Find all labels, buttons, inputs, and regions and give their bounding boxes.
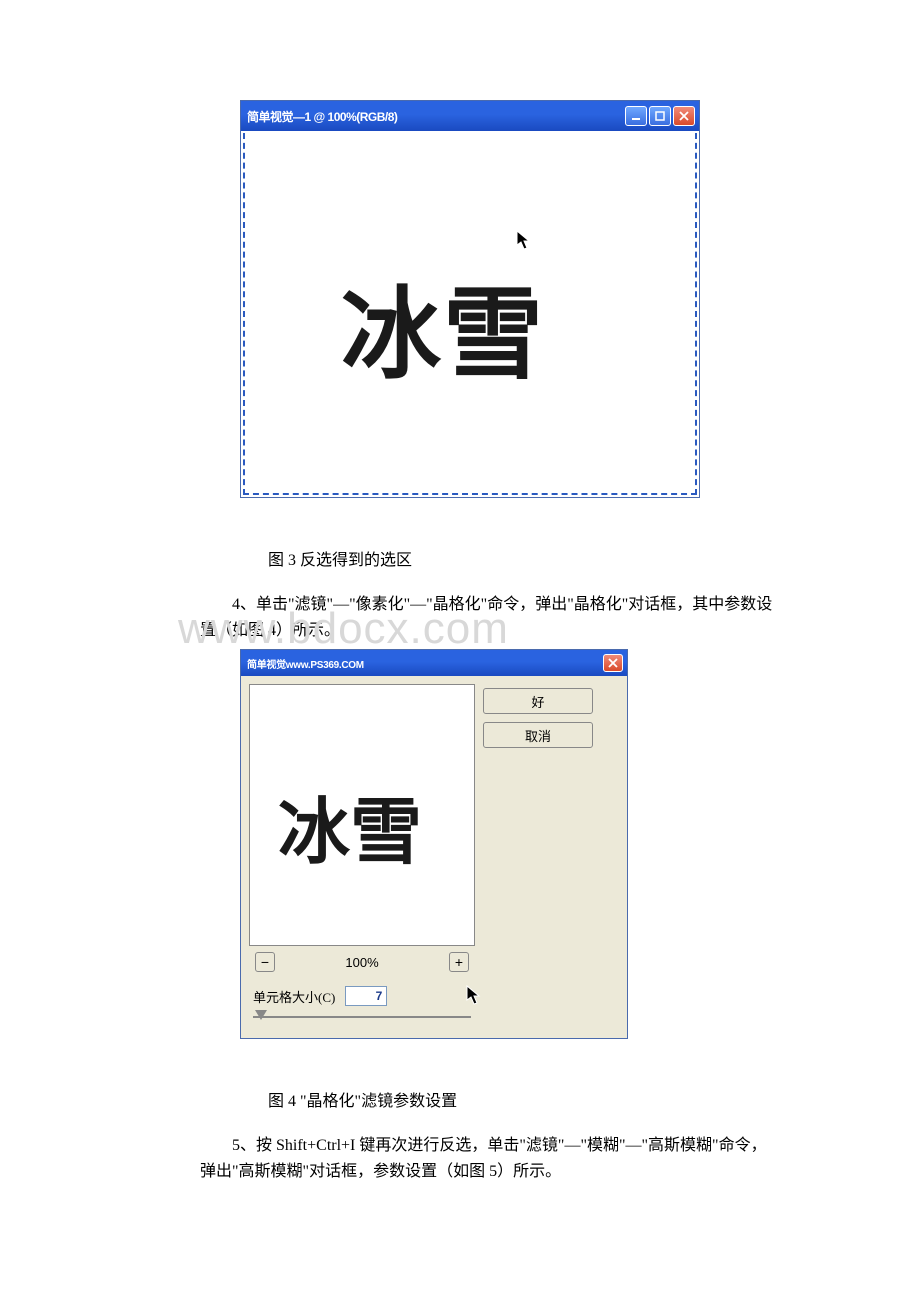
minus-icon: − — [261, 954, 269, 970]
dialog-buttons: 好 取消 — [483, 684, 593, 1030]
close-button[interactable] — [673, 106, 695, 126]
maximize-icon — [655, 111, 665, 121]
zoom-in-button[interactable]: + — [449, 952, 469, 972]
arrow-cursor-icon — [515, 229, 533, 251]
dialog-titlebar: 简单视觉www.PS369.COM — [241, 650, 627, 676]
figure-caption-3: 图 3 反选得到的选区 — [268, 546, 850, 570]
ok-button[interactable]: 好 — [483, 688, 593, 714]
dialog-body: 冰雪 − 100% + 单元格大小(C) — [241, 676, 627, 1038]
window-title: 简单视觉—1 @ 100%(RGB/8) — [247, 108, 397, 125]
window-titlebar: 简单视觉—1 @ 100%(RGB/8) — [241, 101, 699, 131]
minimize-button[interactable] — [625, 106, 647, 126]
zoom-controls: − 100% + — [249, 952, 475, 972]
dialog-close-button[interactable] — [603, 654, 623, 672]
paragraph-step-4: 4、单击"滤镜"—"像素化"—"晶格化"命令，弹出"晶格化"对话框，其中参数设置… — [200, 592, 780, 643]
cancel-label: 取消 — [525, 726, 551, 745]
figure-caption-4: 图 4 "晶格化"滤镜参数设置 — [268, 1087, 850, 1111]
cell-size-input[interactable] — [345, 986, 387, 1006]
cell-size-row: 单元格大小(C) — [249, 986, 475, 1006]
window-controls — [625, 106, 695, 126]
dialog-title-watermark: 简单视觉www.PS369.COM — [247, 656, 364, 671]
filter-preview[interactable]: 冰雪 — [249, 684, 475, 946]
arrow-cursor-icon — [465, 984, 483, 1006]
photoshop-canvas[interactable]: 冰雪 — [243, 133, 697, 495]
zoom-percent: 100% — [345, 955, 378, 970]
crystallize-dialog: 简单视觉www.PS369.COM 冰雪 − 100% + — [240, 649, 628, 1039]
preview-column: 冰雪 − 100% + 单元格大小(C) — [249, 684, 475, 1030]
zoom-out-button[interactable]: − — [255, 952, 275, 972]
preview-sample-text: 冰雪 — [278, 773, 422, 878]
cancel-button[interactable]: 取消 — [483, 722, 593, 748]
cell-size-slider[interactable] — [249, 1010, 475, 1024]
canvas-sample-text: 冰雪 — [341, 253, 545, 398]
plus-icon: + — [455, 954, 463, 970]
minimize-icon — [631, 111, 641, 121]
paragraph-step-5: 5、按 Shift+Ctrl+I 键再次进行反选，单击"滤镜"—"模糊"—"高斯… — [200, 1133, 780, 1184]
close-icon — [679, 111, 689, 121]
slider-track-line — [253, 1016, 471, 1018]
ok-label: 好 — [531, 692, 544, 711]
slider-thumb[interactable] — [255, 1010, 267, 1020]
cell-size-label: 单元格大小(C) — [253, 987, 335, 1006]
maximize-button[interactable] — [649, 106, 671, 126]
close-icon — [608, 658, 618, 668]
photoshop-canvas-window: 简单视觉—1 @ 100%(RGB/8) 冰雪 — [240, 100, 700, 498]
